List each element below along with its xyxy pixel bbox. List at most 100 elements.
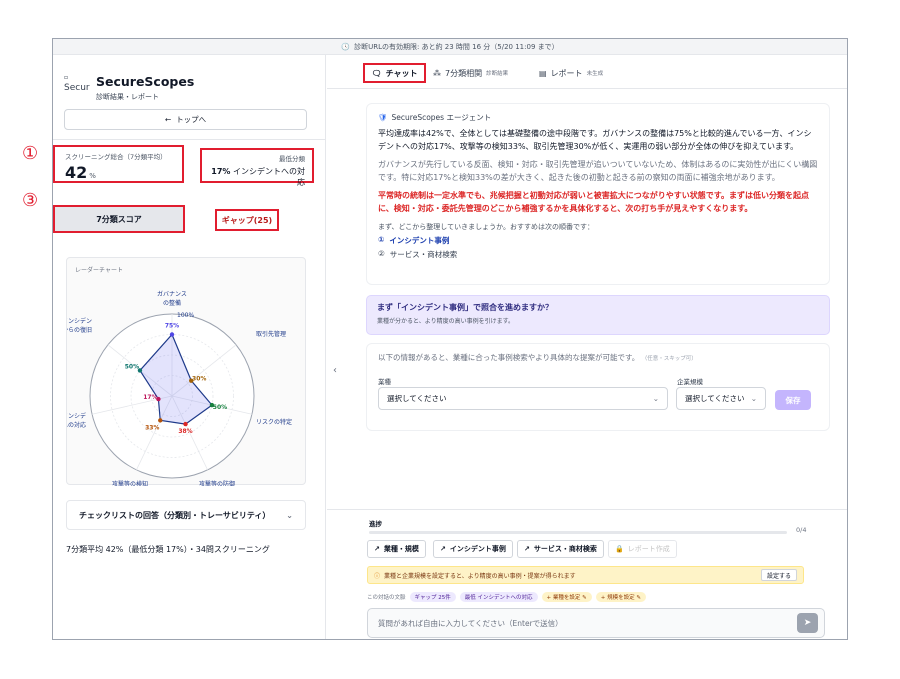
tab-chat[interactable]: 🗨 チャット bbox=[363, 63, 426, 83]
logo-alt-text: Secur bbox=[64, 83, 90, 93]
overall-score-label: スクリーニング総合（7分類平均） bbox=[65, 153, 167, 161]
app-window: 🕓 診断URLの有効期限: あと約 23 時間 16 分（5/20 11:09 … bbox=[52, 38, 848, 640]
checklist-label: チェックリストの回答（分類別・トレーサビリティ） bbox=[79, 510, 271, 520]
radar-category-label: インシデントへの対応 bbox=[67, 412, 86, 429]
arrow-up-right-icon: ↗ bbox=[374, 545, 380, 553]
save-button[interactable]: 保存 bbox=[775, 390, 811, 410]
company-size-select[interactable]: 選択してください ⌄ bbox=[676, 387, 766, 410]
chat-icon: 🗨 bbox=[371, 68, 382, 78]
option-incident-cases[interactable]: ① インシデント事例 bbox=[378, 235, 818, 246]
score-summary: 7分類平均 42%（最低分類 17%）・34問スクリーニング bbox=[66, 545, 270, 554]
option-label: インシデント事例 bbox=[389, 236, 450, 245]
tab-correlation[interactable]: ⁂ 7分類相関 診断結果 bbox=[433, 63, 508, 83]
radar-scale-label: 100% bbox=[177, 312, 194, 319]
overall-score-value: 42% bbox=[65, 163, 172, 182]
main-panel: 🗨 チャット ⁂ 7分類相関 診断結果 ▤ レポート 未生成 ‹ 🛡 Secur… bbox=[327, 55, 847, 639]
collapse-sidebar-icon[interactable]: ‹ bbox=[333, 365, 337, 376]
chip-create-report: 🔒 レポート作成 bbox=[608, 540, 677, 558]
industry-select[interactable]: 選択してください ⌄ bbox=[378, 387, 668, 410]
context-pill-set-industry[interactable]: + 業種を設定 ✎ bbox=[541, 592, 592, 602]
tab-gaps[interactable]: ギャップ(25) bbox=[215, 209, 279, 231]
chip-label: インシデント事例 bbox=[449, 545, 506, 553]
size-select-value: 選択してください bbox=[685, 394, 745, 403]
chat-input[interactable]: 質問があれば自由に入力してください（Enterで送信） ➤ bbox=[367, 608, 825, 638]
chip-incident-cases[interactable]: ↗ インシデント事例 bbox=[433, 540, 513, 558]
shield-icon: 🛡 bbox=[378, 113, 388, 122]
checklist-accordion[interactable]: チェックリストの回答（分類別・トレーサビリティ） ⌄ bbox=[66, 500, 306, 530]
tab-correlation-sub: 診断結果 bbox=[486, 71, 509, 77]
tab-report-sub: 未生成 bbox=[586, 71, 604, 77]
tab-correlation-label: 7分類相関 bbox=[445, 68, 483, 78]
chevron-down-icon: ⌄ bbox=[652, 394, 659, 403]
brand-subtitle: 診断結果・レポート bbox=[96, 93, 159, 101]
agent-paragraph-4: まず、どこから整理していきましょうか。おすすめは次の順番です： bbox=[378, 223, 594, 231]
option-service-search[interactable]: ② サービス・商材検索 bbox=[378, 249, 818, 260]
radar-point bbox=[158, 418, 163, 423]
chip-label: 業種・規模 bbox=[383, 545, 419, 553]
context-pill-set-size[interactable]: + 規模を設定 ✎ bbox=[595, 592, 646, 602]
arrow-up-right-icon: ↗ bbox=[440, 545, 446, 553]
chevron-down-icon: ⌄ bbox=[750, 394, 757, 403]
main-tabs: 🗨 チャット ⁂ 7分類相関 診断結果 ▤ レポート 未生成 bbox=[327, 55, 847, 89]
agent-name: SecureScopes エージェント bbox=[391, 113, 492, 122]
radar-category-label: ガバナンスの整備 bbox=[157, 290, 187, 307]
industry-label: 業種 bbox=[378, 378, 391, 386]
radar-category-label: リスクの特定 bbox=[256, 418, 292, 426]
min-category-name: インシデントへの対応 bbox=[233, 167, 305, 187]
overall-score-card: スクリーニング総合（7分類平均） 42% bbox=[53, 145, 184, 183]
radar-category-label: 取引先管理 bbox=[256, 330, 286, 338]
chevron-down-icon: ⌄ bbox=[286, 510, 293, 520]
min-category-card: 最低分類 17% インシデントへの対応 bbox=[200, 148, 314, 187]
radar-chart-card: レーダーチャート 100% 75% 30% 50% 38% 33% 17% 50% ガバナンスの… bbox=[66, 257, 306, 486]
radar-category-label: 攻撃等の検知 bbox=[112, 480, 148, 486]
suggestion-title: まず「インシデント事例」で照合を進めますか？ bbox=[377, 303, 553, 312]
chat-input-placeholder: 質問があれば自由に入力してください（Enterで送信） bbox=[378, 618, 563, 628]
chip-industry-size[interactable]: ↗ 業種・規模 bbox=[367, 540, 426, 558]
configure-button[interactable]: 設定する bbox=[760, 569, 797, 581]
option-number: ① bbox=[378, 235, 385, 244]
min-category-label: 最低分類 bbox=[279, 155, 305, 163]
arrow-left-icon: ← bbox=[164, 115, 172, 124]
context-label: この対話の文脈 bbox=[367, 595, 406, 601]
industry-select-value: 選択してください bbox=[387, 394, 447, 403]
agent-paragraph-2: ガバナンスが先行している反面、検知・対応・取引先管理が追いついていないため、体制… bbox=[378, 160, 818, 182]
radar-category-label: インシデントからの復旧 bbox=[67, 317, 92, 334]
radar-point bbox=[183, 421, 188, 427]
radar-value-label: 38% bbox=[178, 428, 192, 435]
option-label: サービス・商材検索 bbox=[389, 250, 458, 259]
suggestion-card[interactable]: まず「インシデント事例」で照合を進めますか？ 業種が分かると、より精度の高い事例… bbox=[366, 295, 830, 335]
lock-icon: 🔒 bbox=[615, 545, 624, 553]
tab-report[interactable]: ▤ レポート 未生成 bbox=[539, 63, 603, 83]
min-category-percent: 17% bbox=[211, 167, 231, 176]
send-icon: ➤ bbox=[803, 618, 812, 628]
progress-bar bbox=[369, 531, 787, 534]
agent-paragraph-3: 平常時の統制は一定水準でも、兆候把握と初動対応が弱いと被害拡大につながりやすい状… bbox=[378, 191, 809, 213]
radar-value-label: 50% bbox=[213, 404, 227, 411]
progress-count: 0/4 bbox=[796, 526, 807, 534]
chip-label: サービス・商材検索 bbox=[533, 545, 597, 553]
send-button[interactable]: ➤ bbox=[797, 613, 818, 633]
context-pill-gaps: ギャップ 25件 bbox=[409, 592, 456, 602]
logo-broken-icon: ▫ bbox=[64, 74, 69, 81]
context-pill-min: 最低 インシデントへの対応 bbox=[459, 592, 538, 602]
min-category-value: 17% インシデントへの対応 bbox=[209, 166, 305, 188]
chip-service-search[interactable]: ↗ サービス・商材検索 bbox=[517, 540, 604, 558]
progress-label: 進捗 bbox=[369, 520, 382, 528]
agent-paragraph-1: 平均達成率は42%で、全体としては基礎整備の途中段階です。ガバナンスの整備は75… bbox=[378, 129, 812, 151]
back-to-top-button[interactable]: ← トップへ bbox=[64, 109, 307, 130]
radar-point bbox=[169, 332, 175, 337]
radar-value-label: 17% bbox=[143, 394, 157, 401]
sidebar: ▫ Secur SecureScopes 診断結果・レポート ← トップへ スク… bbox=[53, 55, 326, 639]
score-unit: % bbox=[89, 172, 96, 180]
tab-category-scores[interactable]: 7分類スコア bbox=[53, 205, 185, 233]
divider bbox=[53, 139, 326, 140]
chip-label: レポート作成 bbox=[627, 545, 670, 553]
radar-value-label: 50% bbox=[125, 363, 139, 370]
profile-form: 以下の情報があると、業種に合った事例検索やより具体的な提案が可能です。 （任意・… bbox=[366, 343, 830, 431]
report-icon: ▤ bbox=[539, 68, 547, 78]
tab-chat-label: チャット bbox=[385, 68, 418, 78]
expiry-text: 診断URLの有効期限: あと約 23 時間 16 分（5/20 11:09 まで… bbox=[354, 42, 559, 51]
marker-1: ① bbox=[22, 143, 39, 164]
form-intro: 以下の情報があると、業種に合った事例検索やより具体的な提案が可能です。 （任意・… bbox=[378, 352, 818, 363]
radar-chart: 100% 75% 30% 50% 38% 33% 17% 50% ガバナンスの整備取引先管理リス… bbox=[67, 290, 292, 486]
